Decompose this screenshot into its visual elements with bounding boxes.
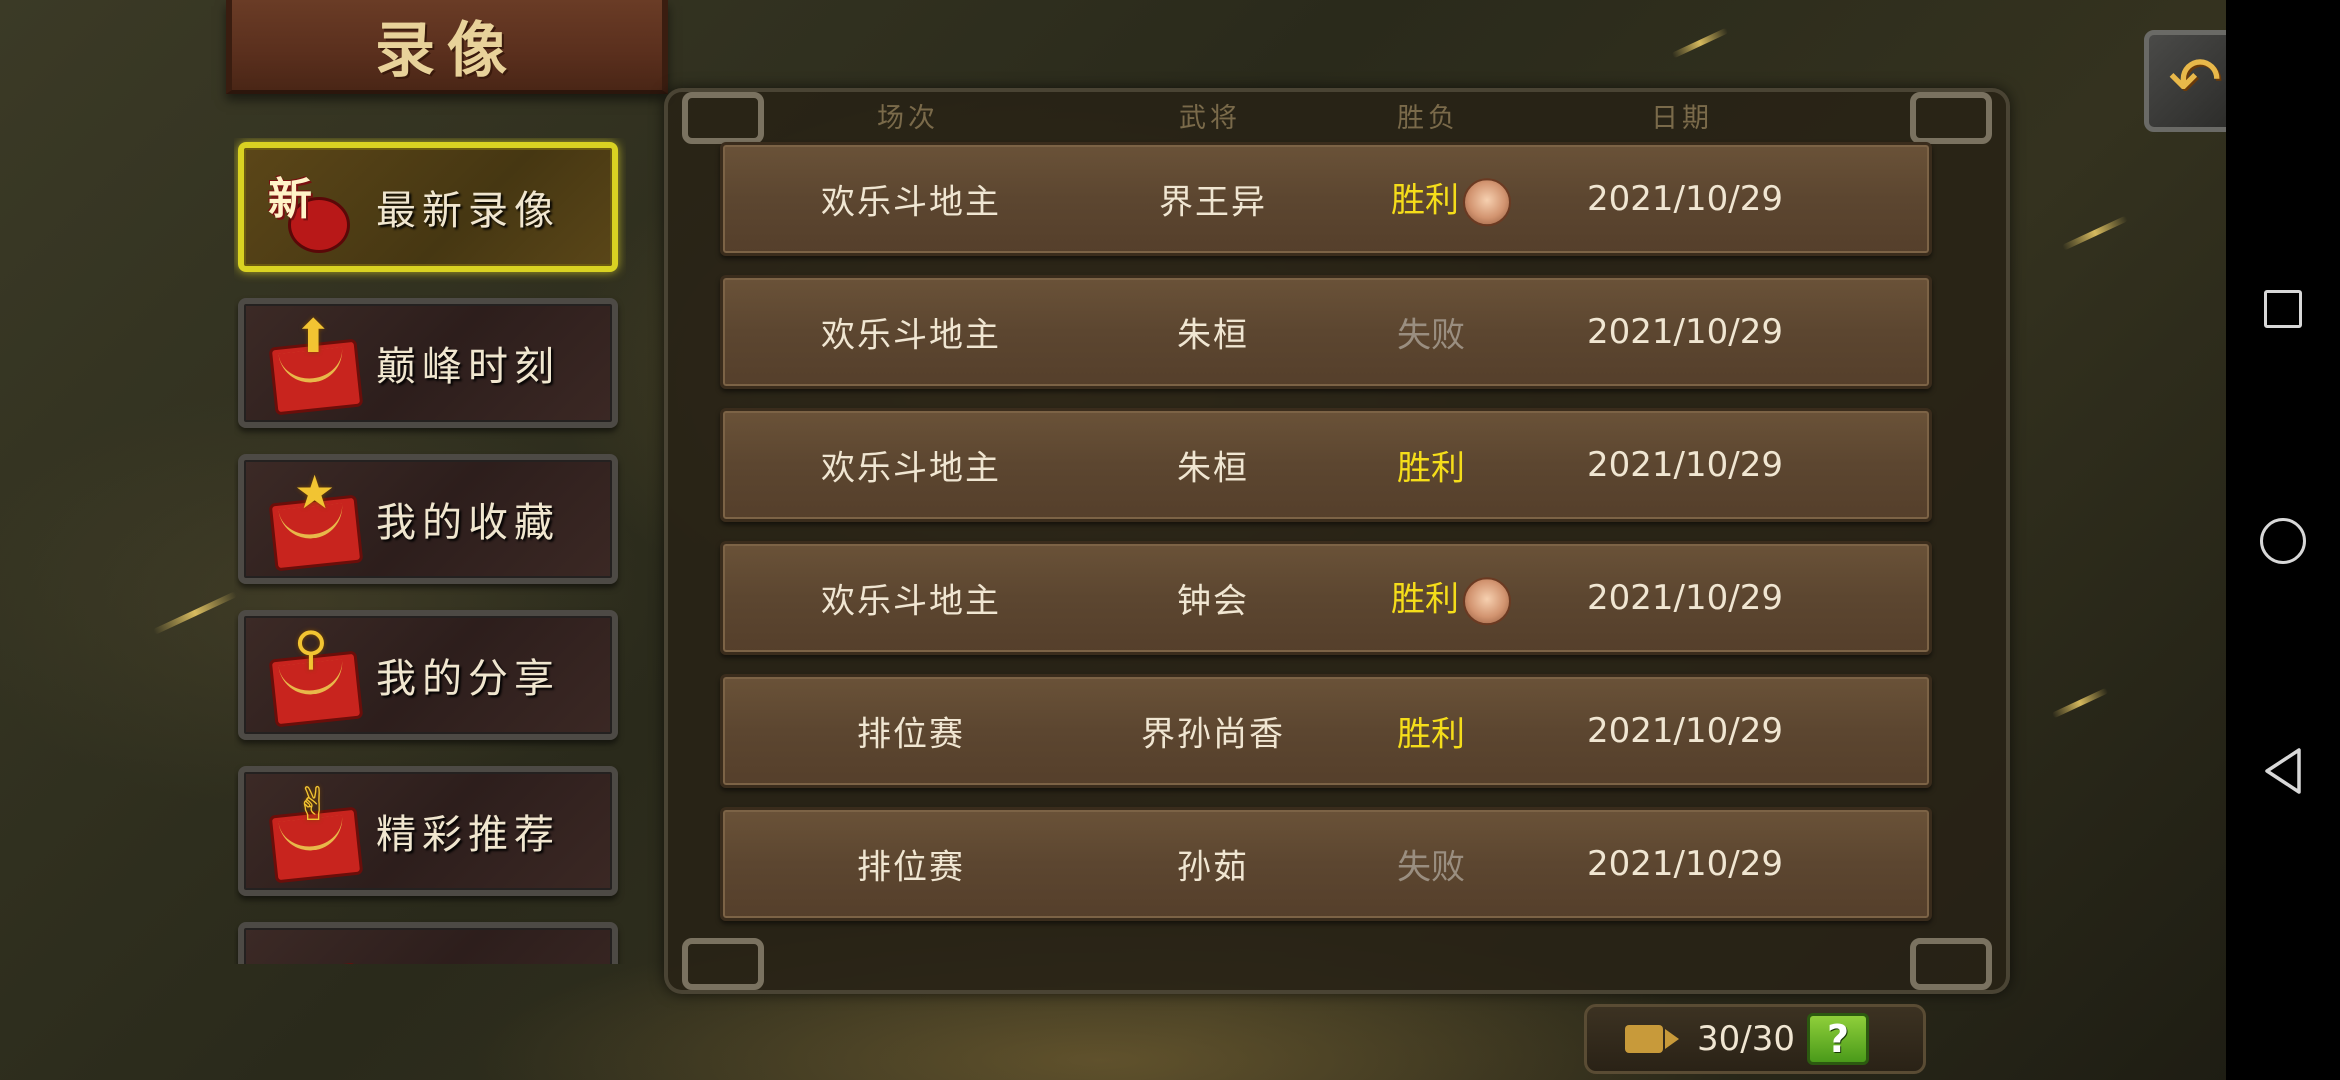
date-cell: 2021/10/29	[1587, 578, 1783, 618]
result-label: 胜利	[1391, 579, 1459, 620]
sidebar-item-my-shares[interactable]: ⚲ 我的分享	[238, 610, 618, 740]
sidebar-item-favorites[interactable]: ★ 我的收藏	[238, 454, 618, 584]
new-badge: 新	[268, 174, 312, 225]
mvp-medal-icon	[1463, 576, 1511, 625]
result-cell: 胜利	[1397, 441, 1465, 490]
replay-row[interactable]: 欢乐斗地主 朱桓 胜利 2021/10/29	[720, 408, 1932, 522]
result-cell: 失败	[1397, 308, 1465, 357]
result-label: 失败	[1397, 847, 1465, 888]
hero-cell: 界孙尚香	[1141, 714, 1285, 755]
android-navigation-bar	[2226, 0, 2340, 1080]
column-header-hero: 武将	[1179, 103, 1241, 134]
date-cell: 2021/10/29	[1587, 312, 1783, 352]
column-header-mode: 场次	[877, 103, 939, 134]
replay-row[interactable]: 欢乐斗地主 钟会 胜利 2021/10/29	[720, 541, 1932, 655]
hero-cell: 界王异	[1159, 182, 1267, 223]
hero-cell: 孙茹	[1177, 847, 1249, 888]
sidebar-item-recommended[interactable]: ✌ 精彩推荐	[238, 766, 618, 896]
sidebar-item-partial[interactable]	[238, 922, 618, 964]
sidebar-item-label: 巅峰时刻	[376, 344, 560, 390]
replay-count: 30/30	[1697, 1019, 1795, 1059]
home-button[interactable]	[2226, 486, 2340, 596]
light-streak	[2051, 687, 2109, 719]
sidebar: 新 最新录像 ⬆ 巅峰时刻 ★ 我的收藏 ⚲ 我的分享 ✌ 精彩推荐	[234, 138, 626, 964]
corner-ornament	[1910, 92, 1992, 144]
undo-arrow-icon: ↶	[2168, 44, 2222, 118]
result-label: 失败	[1397, 315, 1465, 356]
sidebar-item-peak-moment[interactable]: ⬆ 巅峰时刻	[238, 298, 618, 428]
mode-cell: 欢乐斗地主	[821, 315, 1001, 356]
square-icon	[2264, 290, 2302, 328]
video-camera-icon	[1625, 1025, 1679, 1053]
light-streak	[2062, 215, 2128, 251]
sidebar-item-latest-replay[interactable]: 新 最新录像	[238, 142, 618, 272]
replay-row[interactable]: 欢乐斗地主 界王异 胜利 2021/10/29	[720, 142, 1932, 256]
column-header-result: 胜负	[1397, 103, 1459, 134]
mode-cell: 排位赛	[857, 847, 965, 888]
hero-cell: 朱桓	[1177, 448, 1249, 489]
result-cell: 失败	[1397, 840, 1465, 889]
light-streak	[1671, 27, 1729, 59]
recommend-envelope-icon: ✌	[264, 781, 364, 884]
date-cell: 2021/10/29	[1587, 711, 1783, 751]
recent-apps-button[interactable]	[2226, 254, 2340, 364]
replay-row[interactable]: 排位赛 孙茹 失败 2021/10/29	[720, 807, 1932, 921]
mode-cell: 欢乐斗地主	[821, 448, 1001, 489]
mvp-medal-icon	[1463, 177, 1511, 226]
help-button[interactable]: ?	[1806, 1013, 1869, 1065]
share-envelope-icon: ⚲	[264, 625, 364, 728]
mode-cell: 欢乐斗地主	[821, 581, 1001, 622]
favorite-star-envelope-icon: ★	[264, 469, 364, 572]
corner-ornament	[682, 938, 764, 990]
date-cell: 2021/10/29	[1587, 179, 1783, 219]
replay-row[interactable]: 排位赛 界孙尚香 胜利 2021/10/29	[720, 674, 1932, 788]
result-label: 胜利	[1397, 448, 1465, 489]
result-label: 胜利	[1397, 714, 1465, 755]
column-header-date: 日期	[1651, 103, 1713, 134]
new-replay-icon: 新	[264, 157, 364, 257]
replay-count-bar: 30/30 ?	[1584, 1004, 1926, 1074]
sidebar-item-label: 我的分享	[376, 656, 560, 702]
triangle-back-icon	[2265, 748, 2301, 794]
circle-icon	[2260, 518, 2306, 564]
envelope-icon	[264, 937, 364, 964]
mode-cell: 欢乐斗地主	[821, 182, 1001, 223]
light-streak	[152, 591, 238, 635]
peak-moment-envelope-icon: ⬆	[264, 313, 364, 416]
nav-back-button[interactable]	[2226, 716, 2340, 826]
sidebar-item-label: 我的收藏	[376, 500, 560, 546]
title-banner: 录像	[226, 0, 668, 94]
result-label: 胜利	[1391, 180, 1459, 221]
hero-cell: 钟会	[1177, 581, 1249, 622]
date-cell: 2021/10/29	[1587, 445, 1783, 485]
corner-ornament	[682, 92, 764, 144]
sidebar-item-label: 最新录像	[376, 188, 560, 234]
hero-cell: 朱桓	[1177, 315, 1249, 356]
replay-row[interactable]: 欢乐斗地主 朱桓 失败 2021/10/29	[720, 275, 1932, 389]
page-title: 录像	[375, 15, 519, 86]
result-cell: 胜利	[1397, 707, 1465, 756]
mode-cell: 排位赛	[857, 714, 965, 755]
sidebar-item-label: 精彩推荐	[376, 812, 560, 858]
corner-ornament	[1910, 938, 1992, 990]
result-cell: 胜利	[1391, 172, 1511, 226]
date-cell: 2021/10/29	[1587, 844, 1783, 884]
result-cell: 胜利	[1391, 571, 1511, 625]
